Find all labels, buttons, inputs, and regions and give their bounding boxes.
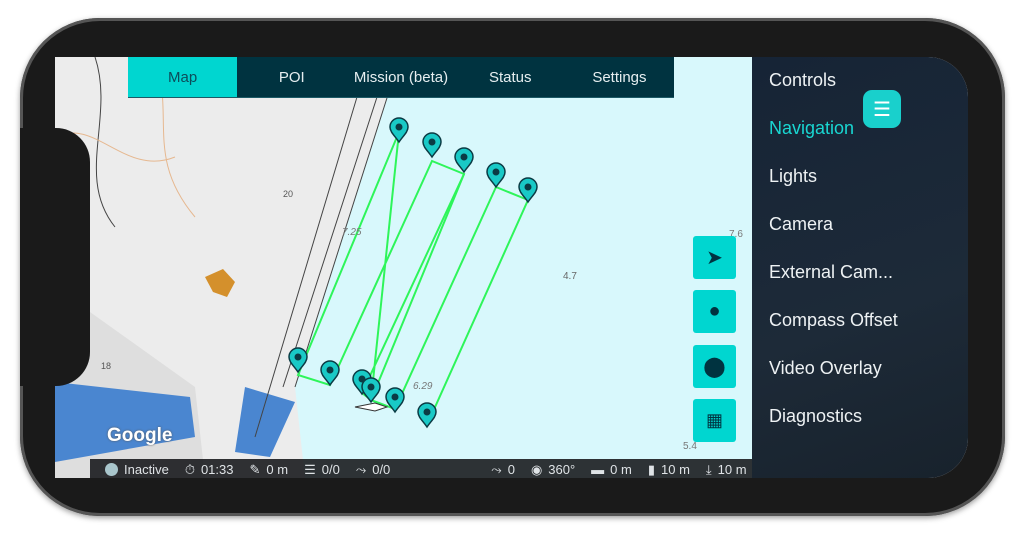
svg-text:6.29: 6.29 [413,381,433,392]
state-indicator-icon [105,463,118,476]
depth-icon: ▮ [647,461,655,477]
status-bar: Inactive ⏱ 01:33 ✎ 0 m ☰ 0/0 ⤳ 0/0 ⤳ 0 ◉ 360° … [90,459,752,478]
map-marker-icon: ▦ [705,410,723,430]
menu-item-compass-offset[interactable]: Compass Offset [769,310,898,331]
google-logo: Google [107,425,173,446]
waypoint-dot [423,408,431,416]
hamburger-icon: ☰ [873,98,891,121]
status-depth: 10 m [661,462,690,477]
svg-text:20: 20 [283,189,293,199]
top-tabs: Map POI Mission (beta) Status Settings [128,57,674,98]
svg-text:18: 18 [101,361,111,371]
status-altitude: 10 m [717,462,747,477]
location-button[interactable]: ⬤ [693,345,736,388]
map-marker-button[interactable]: ▦ [693,399,736,442]
status-state: Inactive [124,462,169,477]
location-pin-icon: ⬤ [703,356,726,378]
navigation-button[interactable]: ➤ [693,236,736,279]
svg-text:5.4: 5.4 [683,441,697,452]
navigation-arrow-icon: ➤ [706,247,723,269]
route-icon: ⤳ [355,461,367,477]
tab-settings[interactable]: Settings [565,57,674,97]
menu-item-controls[interactable]: Controls [769,70,836,91]
download-icon: ⤓ [705,461,712,477]
ruler-icon: ✎ [249,461,261,477]
menu-button[interactable]: ☰ [863,90,901,128]
status-distance: 0 m [266,462,289,477]
tab-status[interactable]: Status [456,57,565,97]
svg-text:7.25: 7.25 [342,227,362,238]
status-route: 0/0 [372,462,391,477]
tab-poi[interactable]: POI [237,57,346,97]
status-heading: 360° [548,462,576,477]
waypoint-dot [395,123,403,131]
menu-item-camera[interactable]: Camera [769,214,833,235]
compass-icon: ◉ [530,461,543,477]
timer-icon: ⏱ [184,461,195,477]
route-icon: ⤳ [491,461,502,477]
diver-helmet-icon: ● [708,300,721,322]
status-range: 0 m [610,462,632,477]
menu-item-navigation[interactable]: Navigation [769,118,854,139]
waypoint-dot [460,153,468,161]
app-screen: 4.7 6.29 7.25 5.4 7.6 20 18 Google Map P… [55,57,968,478]
waypoint-dot [492,168,500,176]
menu-item-lights[interactable]: Lights [769,166,817,187]
status-waypoints: 0/0 [321,462,340,477]
map-view[interactable]: 4.7 6.29 7.25 5.4 7.6 20 18 [55,57,752,478]
status-timer: 01:33 [200,462,234,477]
waypoint-dot [524,183,532,191]
waypoint-dot [367,383,375,391]
menu-item-external-cam[interactable]: External Cam... [769,262,893,283]
tab-mission[interactable]: Mission (beta) [346,57,455,97]
phone-notch [20,128,90,386]
tape-icon: ▬ [591,462,605,477]
diver-button[interactable]: ● [693,290,736,333]
list-icon: ☰ [304,461,316,477]
waypoint-dot [294,353,302,361]
tab-map[interactable]: Map [128,57,238,97]
waypoint-dot [326,366,334,374]
svg-text:4.7: 4.7 [563,271,577,282]
waypoint-dot [391,393,399,401]
side-menu: Controls Navigation Lights Camera Extern… [752,57,968,478]
menu-item-video-overlay[interactable]: Video Overlay [769,358,882,379]
menu-item-diagnostics[interactable]: Diagnostics [769,406,862,427]
status-route2: 0 [507,462,515,477]
waypoint-dot [428,138,436,146]
